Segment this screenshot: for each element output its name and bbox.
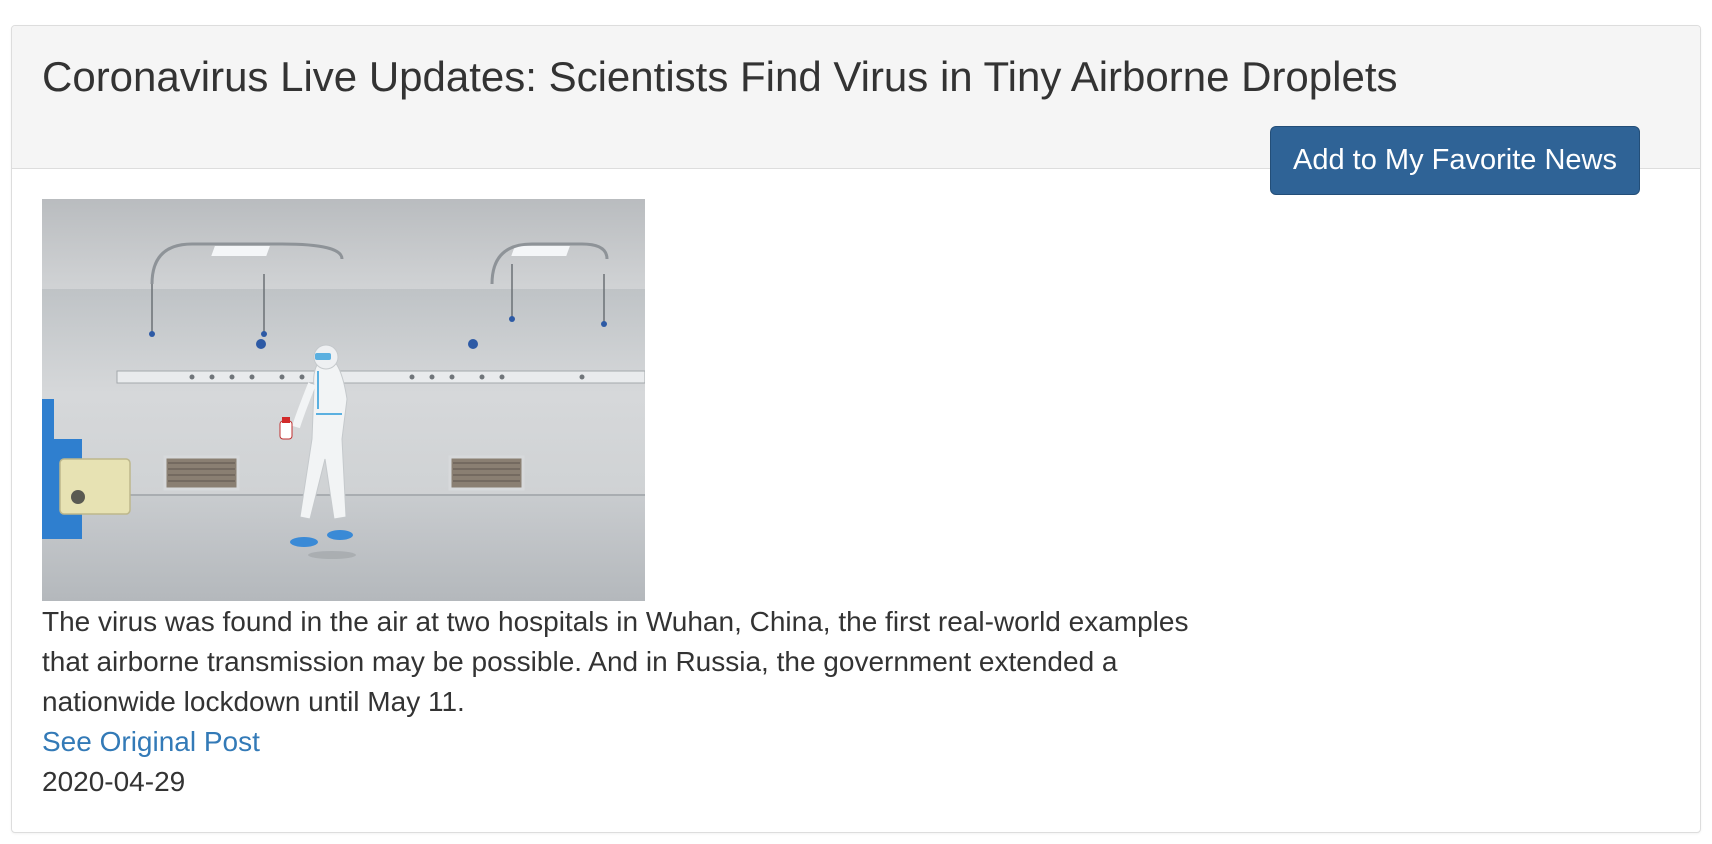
news-date: 2020-04-29 [42, 766, 186, 797]
see-original-post-link[interactable]: See Original Post [42, 722, 260, 762]
news-title: Coronavirus Live Updates: Scientists Fin… [42, 53, 1398, 100]
news-image [42, 199, 645, 601]
news-card: Coronavirus Live Updates: Scientists Fin… [11, 25, 1701, 833]
add-to-favorites-button[interactable]: Add to My Favorite News [1270, 126, 1640, 195]
news-description: The virus was found in the air at two ho… [42, 606, 1189, 717]
